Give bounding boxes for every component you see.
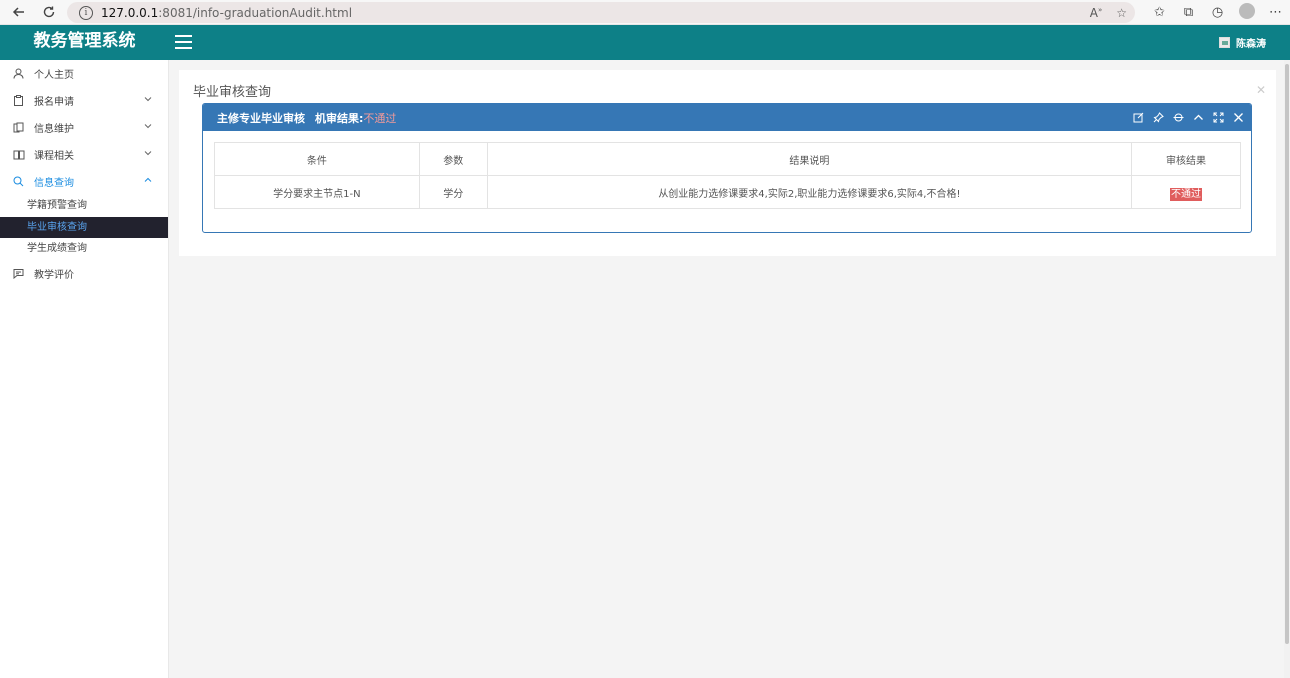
audit-table: 条件 参数 结果说明 审核结果 学分要求主节点1-N 学分 从创业能力选修课要求… [214,142,1241,209]
search-icon [12,175,25,188]
favorites-icon[interactable]: ✩ [1145,5,1174,20]
column-header: 审核结果 [1131,142,1241,176]
table-row: 学分要求主节点1-N 学分 从创业能力选修课要求4,实际2,职业能力选修课要求6… [214,175,1241,209]
message-icon [12,267,25,280]
expand-horizontal-icon[interactable] [1171,110,1185,124]
profile-icon[interactable] [1232,2,1261,23]
sidebar-item-home[interactable]: 个人主页 [0,60,168,87]
sidebar-item-courses[interactable]: 课程相关 [0,141,168,168]
result-description-cell: 从创业能力选修课要求4,实际2,职业能力选修课要求6,实际4,不合格! [486,175,1133,209]
submenu-item-grades[interactable]: 学生成绩查询 [0,238,168,260]
table-header-row: 条件 参数 结果说明 审核结果 [214,142,1241,176]
sidebar-item-info-maintenance[interactable]: 信息维护 [0,114,168,141]
refresh-icon[interactable] [34,0,64,25]
browser-toolbar: i 127.0.0.1:8081/info-graduationAudit.ht… [0,0,1290,25]
copy-icon [12,121,25,134]
sidebar-item-teaching-evaluation[interactable]: 教学评价 [0,260,168,287]
column-header: 结果说明 [486,142,1133,176]
box-tools [1131,110,1245,124]
favorite-add-icon[interactable]: ☆ [1116,6,1127,20]
sidebar-item-label: 报名申请 [34,97,74,108]
app-header: 教务管理系统 陈森涛 [0,25,1290,60]
back-icon[interactable] [4,0,34,25]
chevron-down-icon [144,97,152,102]
chevron-up-icon [144,177,152,182]
user-name: 陈森涛 [1236,39,1266,50]
user-icon [12,67,25,80]
site-info-icon[interactable]: i [79,5,93,20]
close-box-icon[interactable] [1231,110,1245,124]
sidebar-item-registration[interactable]: 报名申请 [0,87,168,114]
column-header: 条件 [214,142,420,176]
history-icon[interactable]: ◷ [1203,5,1232,20]
submenu-item-status-warning[interactable]: 学籍预警查询 [0,195,168,217]
edit-icon[interactable] [1131,110,1145,124]
audit-result-value: 不通过 [363,111,397,125]
app-logo: 教务管理系统 [33,31,136,51]
sidebar-item-info-query[interactable]: 信息查询 [0,168,168,195]
close-icon[interactable]: ✕ [1256,83,1266,97]
audit-result-cell: 不通过 [1131,175,1241,209]
parameter-cell: 学分 [418,175,488,209]
more-options-icon[interactable]: ⋯ [1261,5,1290,20]
fullscreen-icon[interactable] [1211,110,1225,124]
status-badge: 不通过 [1170,187,1203,201]
chevron-down-icon [144,151,152,156]
page-title: 毕业审核查询 [193,85,272,100]
avatar [1219,37,1230,48]
collections-icon[interactable]: ⧉ [1174,5,1203,20]
scrollbar-thumb[interactable] [1285,64,1289,644]
pin-icon[interactable] [1151,110,1165,124]
clipboard-icon [12,94,25,107]
page-scrollbar[interactable] [1284,60,1290,678]
audit-result-label: 机审结果: [315,111,364,125]
audit-box: 主修专业毕业审核 机审结果: 不通过 条件 参数 结果说明 审核结果 学分要求主… [202,103,1252,233]
submenu-item-graduation-audit[interactable]: 毕业审核查询 [0,216,168,238]
address-bar[interactable]: i 127.0.0.1:8081/info-graduationAudit.ht… [67,2,1135,23]
audit-box-header: 主修专业毕业审核 机审结果: 不通过 [203,104,1251,131]
sidebar-item-label: 信息维护 [34,124,74,135]
chevron-down-icon [144,124,152,129]
audit-box-title: 主修专业毕业审核 [217,111,305,125]
url-text: 127.0.0.1:8081/info-graduationAudit.html [101,5,353,20]
sidebar-item-label: 个人主页 [34,70,74,81]
condition-cell: 学分要求主节点1-N [214,175,420,209]
menu-toggle-icon[interactable] [175,35,192,49]
content-panel: 毕业审核查询 ✕ 主修专业毕业审核 机审结果: 不通过 条件 参数 结果说明 审… [179,70,1276,256]
column-header: 参数 [418,142,488,176]
collapse-icon[interactable] [1191,110,1205,124]
sidebar: 个人主页 报名申请 信息维护 课程相关 信息查询 学籍预警查询 毕业审核查询 学… [0,60,169,678]
book-icon [12,148,25,161]
sidebar-item-label: 教学评价 [34,269,74,281]
user-info[interactable]: 陈森涛 [1219,35,1266,50]
sidebar-item-label: 课程相关 [34,151,74,162]
sidebar-item-label: 信息查询 [34,178,74,189]
read-aloud-icon[interactable]: A» [1090,6,1103,20]
